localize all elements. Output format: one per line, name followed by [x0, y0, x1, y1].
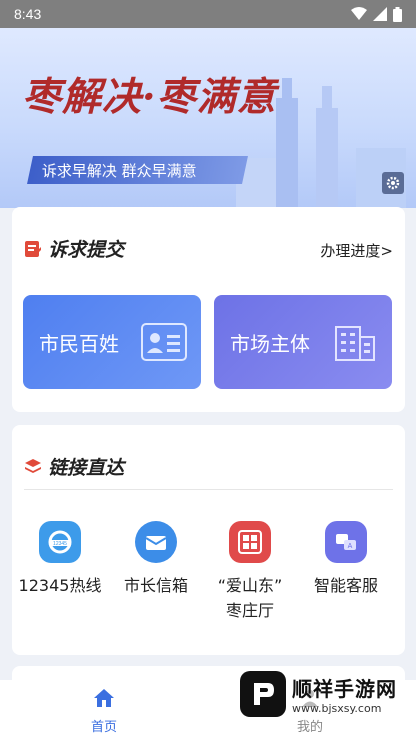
link-smart-service-label: 智能客服 — [313, 576, 378, 595]
svg-text:A: A — [348, 543, 353, 550]
citizen-entry-button[interactable]: 市民百姓 — [23, 295, 201, 389]
building-icon — [335, 326, 375, 361]
link-mayor-mailbox[interactable]: 市长信箱 — [108, 521, 204, 598]
link-hotline-label: 12345热线 — [18, 576, 102, 595]
link-ishandong-label: “爱山东” 枣庄厅 — [217, 576, 283, 620]
gear-icon — [386, 176, 400, 190]
appeal-card: 诉求提交 办理进度> 市民百姓 市场主体 — [12, 207, 405, 412]
link-smart-service[interactable]: A 智能客服 — [298, 521, 394, 598]
progress-link[interactable]: 办理进度> — [320, 240, 393, 261]
layers-icon — [25, 458, 41, 473]
nav-home-label: 首页 — [90, 720, 117, 735]
watermark-text: 顺祥手游网 www.bjsxsy.com — [292, 673, 397, 715]
svg-text:12345: 12345 — [53, 541, 67, 547]
watermark-name: 顺祥手游网 — [292, 677, 397, 701]
banner-subslogan: 诉求早解决 群众早满意 — [27, 156, 248, 184]
market-entry-label: 市场主体 — [230, 331, 310, 356]
link-hotline[interactable]: 12345 12345热线 — [12, 521, 108, 598]
links-card-title: 链接直达 — [48, 457, 125, 479]
battery-icon — [393, 6, 402, 22]
appeal-card-header: 诉求提交 — [24, 235, 124, 262]
link-ishandong[interactable]: “爱山东” 枣庄厅 — [202, 521, 298, 623]
status-time: 8:43 — [14, 6, 42, 22]
settings-button[interactable] — [382, 172, 404, 194]
banner-subslogan-text: 诉求早解决 群众早满意 — [42, 161, 197, 180]
watermark-logo-icon — [240, 671, 286, 717]
links-card: 链接直达 12345 12345热线 市长信箱 “爱山东” 枣庄厅 A 智能客服 — [12, 425, 405, 655]
watermark-url: www.bjsxsy.com — [292, 702, 382, 715]
banner-slogan: 枣解决·枣满意 — [22, 74, 277, 120]
citizen-entry-label: 市民百姓 — [39, 331, 119, 356]
ishandong-icon — [229, 521, 271, 563]
home-icon — [94, 689, 114, 707]
appeal-icon — [25, 240, 41, 257]
link-mailbox-label: 市长信箱 — [123, 576, 188, 595]
market-entity-entry-button[interactable]: 市场主体 — [214, 295, 392, 389]
wifi-icon — [351, 7, 367, 20]
signal-icon — [373, 7, 387, 21]
hero-banner: 枣解决·枣满意 诉求早解决 群众早满意 — [0, 28, 416, 208]
status-icons — [351, 6, 402, 22]
nav-home[interactable]: 首页 — [76, 688, 132, 735]
divider — [24, 489, 393, 490]
site-watermark: 顺祥手游网 www.bjsxsy.com — [240, 650, 416, 738]
links-card-header: 链接直达 — [24, 453, 124, 480]
status-bar: 8:43 — [0, 0, 416, 28]
robot-service-icon: A — [325, 521, 367, 563]
appeal-card-title: 诉求提交 — [48, 239, 125, 261]
mailbox-icon — [135, 521, 177, 563]
id-card-icon — [141, 323, 187, 361]
hotline-icon: 12345 — [39, 521, 81, 563]
